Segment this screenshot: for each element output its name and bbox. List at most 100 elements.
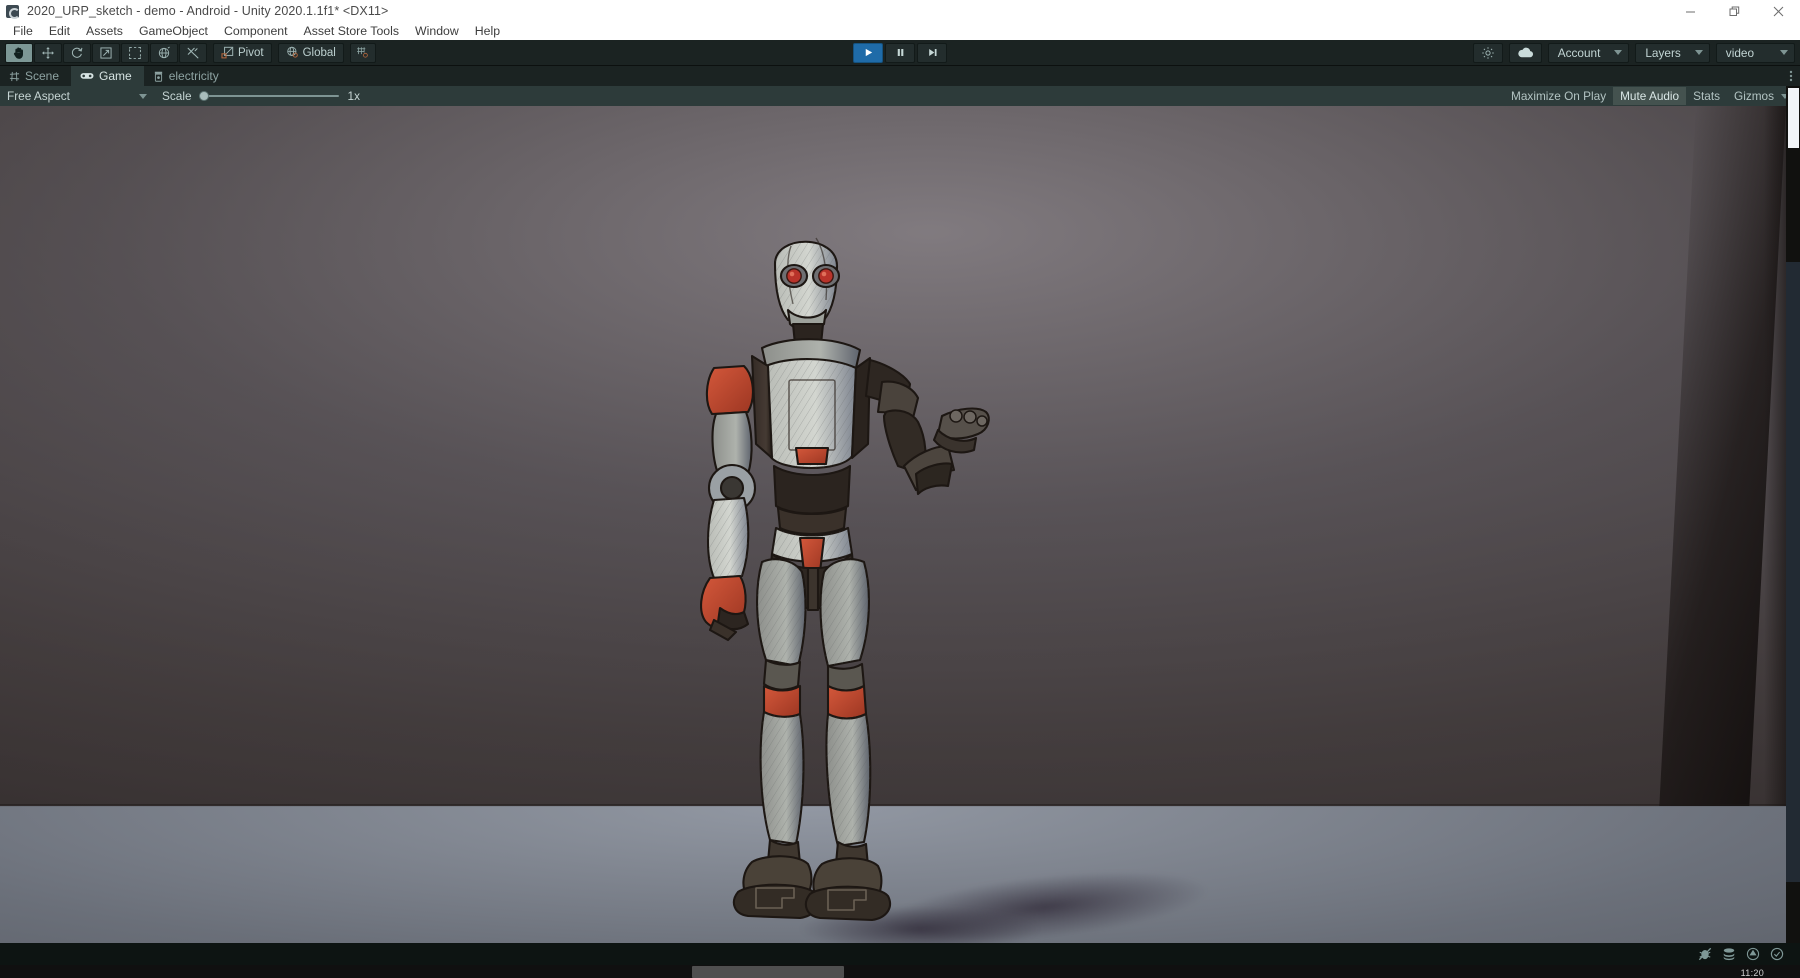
close-icon[interactable] — [1756, 0, 1800, 22]
grid-snap-button[interactable] — [349, 42, 376, 63]
layout-dropdown[interactable]: video — [1715, 42, 1795, 63]
maximize-on-play-toggle[interactable]: Maximize On Play — [1504, 87, 1613, 105]
pivot-icon — [221, 46, 234, 59]
scale-slider-knob[interactable] — [198, 91, 209, 101]
active-window-tile[interactable] — [692, 966, 844, 978]
vertical-scrollbar-thumb[interactable] — [1788, 88, 1799, 148]
taskbar-clock: 11:20 — [1740, 968, 1764, 978]
minimize-icon[interactable] — [1668, 0, 1712, 22]
move-tool-button[interactable] — [34, 42, 62, 63]
aspect-ratio-dropdown[interactable]: Free Aspect — [2, 87, 152, 105]
layout-label: video — [1725, 45, 1754, 60]
globe-icon — [286, 46, 298, 58]
menu-bar: File Edit Assets GameObject Component As… — [0, 22, 1800, 40]
ready-check-icon[interactable] — [1770, 947, 1784, 961]
aspect-ratio-label: Free Aspect — [7, 89, 70, 103]
menu-item-help[interactable]: Help — [467, 22, 508, 40]
os-taskbar — [0, 965, 1800, 978]
scene-wall-shading — [1764, 106, 1786, 806]
stats-toggle[interactable]: Stats — [1686, 87, 1727, 105]
game-view-render[interactable] — [0, 106, 1786, 943]
transform-tools-group — [0, 42, 207, 63]
play-controls-group — [853, 42, 947, 63]
scale-slider-track[interactable] — [198, 91, 339, 101]
scene-grid-icon — [9, 71, 20, 81]
hand-icon — [13, 47, 23, 59]
play-button[interactable] — [853, 42, 883, 63]
tab-electricity-label: electricity — [168, 69, 219, 83]
status-bar-icons — [1698, 947, 1800, 961]
muted-bug-icon[interactable] — [1698, 947, 1712, 961]
menu-item-window[interactable]: Window — [407, 22, 467, 40]
scale-slider-group[interactable]: Scale 1x — [162, 89, 360, 103]
robot-character — [690, 216, 1110, 943]
restore-icon[interactable] — [1712, 0, 1756, 22]
chevron-down-icon — [139, 93, 147, 99]
window-title-bar: 2020_URP_sketch - demo - Android - Unity… — [0, 0, 1800, 22]
stacked-layers-icon[interactable] — [1722, 947, 1736, 961]
step-icon — [928, 49, 937, 56]
mute-audio-toggle[interactable]: Mute Audio — [1613, 87, 1687, 105]
scale-icon — [100, 46, 112, 59]
transform-tool-button[interactable] — [150, 42, 178, 63]
wrench-icon — [187, 47, 199, 58]
gizmos-toggle[interactable]: Gizmos — [1727, 87, 1781, 105]
unity-editor-window: 2020_URP_sketch - demo - Android - Unity… — [0, 0, 1800, 978]
unity-icon — [6, 4, 20, 19]
grid-snap-icon — [357, 47, 369, 58]
layers-dropdown[interactable]: Layers — [1635, 42, 1710, 63]
tab-scene[interactable]: Scene — [0, 66, 72, 86]
pause-button[interactable] — [885, 42, 915, 63]
menu-item-component[interactable]: Component — [216, 22, 296, 40]
pivot-toggle-button[interactable]: Pivot — [213, 42, 272, 63]
window-title: 2020_URP_sketch - demo - Android - Unity… — [27, 4, 389, 18]
pause-icon — [897, 49, 903, 56]
unity-cloud-status-icon[interactable] — [1746, 947, 1760, 961]
cloud-button[interactable] — [1508, 42, 1542, 63]
toolbar-right-group: Account Layers video — [1472, 42, 1800, 63]
menu-item-assets[interactable]: Assets — [78, 22, 131, 40]
tab-game[interactable]: Game — [71, 66, 144, 86]
tab-game-label: Game — [99, 69, 132, 83]
status-bar — [0, 943, 1800, 965]
account-label: Account — [1557, 45, 1601, 60]
collab-brightness-button[interactable] — [1472, 42, 1503, 63]
rotate-tool-button[interactable] — [63, 42, 91, 63]
pivot-label: Pivot — [238, 46, 264, 59]
menu-item-asset-store-tools[interactable]: Asset Store Tools — [296, 22, 407, 40]
scale-tool-button[interactable] — [92, 42, 120, 63]
collab-brightness-icon — [1481, 46, 1494, 59]
account-dropdown[interactable]: Account — [1547, 42, 1630, 63]
menu-item-gameobject[interactable]: GameObject — [131, 22, 216, 40]
scale-label: Scale — [162, 89, 192, 103]
layers-label: Layers — [1645, 45, 1681, 60]
main-toolbar: Pivot Global Account Layers video — [0, 40, 1800, 66]
game-toolbar-right-group: Maximize On Play Mute Audio Stats Gizmos — [1504, 87, 1800, 105]
step-button[interactable] — [917, 42, 947, 63]
tab-electricity[interactable]: electricity — [143, 66, 231, 86]
move-icon — [42, 46, 54, 59]
game-view-toolbar: Free Aspect Scale 1x Maximize On Play Mu… — [0, 86, 1800, 106]
chevron-down-icon — [1780, 50, 1788, 55]
rotate-icon — [71, 47, 83, 58]
transform-icon — [158, 46, 170, 58]
kebab-menu-icon[interactable] — [1789, 66, 1793, 86]
play-icon — [865, 48, 872, 57]
chevron-down-icon — [1694, 50, 1703, 55]
chevron-down-icon — [1614, 50, 1623, 55]
cloud-icon — [1518, 47, 1533, 58]
right-edge-panel — [1786, 262, 1800, 882]
tab-scene-label: Scene — [25, 69, 60, 83]
menu-item-edit[interactable]: Edit — [41, 22, 78, 40]
animation-clip-icon — [154, 71, 162, 82]
menu-item-file[interactable]: File — [5, 22, 41, 40]
panel-tab-row: Scene Game electricity — [0, 66, 1800, 86]
global-toggle-button[interactable]: Global — [277, 42, 344, 63]
rect-tool-button[interactable] — [121, 42, 149, 63]
scale-value: 1x — [347, 89, 360, 103]
hand-tool-button[interactable] — [5, 42, 33, 63]
gamepad-icon — [80, 73, 94, 79]
global-label: Global — [302, 46, 336, 59]
custom-editor-tool-button[interactable] — [179, 42, 207, 63]
window-controls — [1668, 0, 1800, 22]
